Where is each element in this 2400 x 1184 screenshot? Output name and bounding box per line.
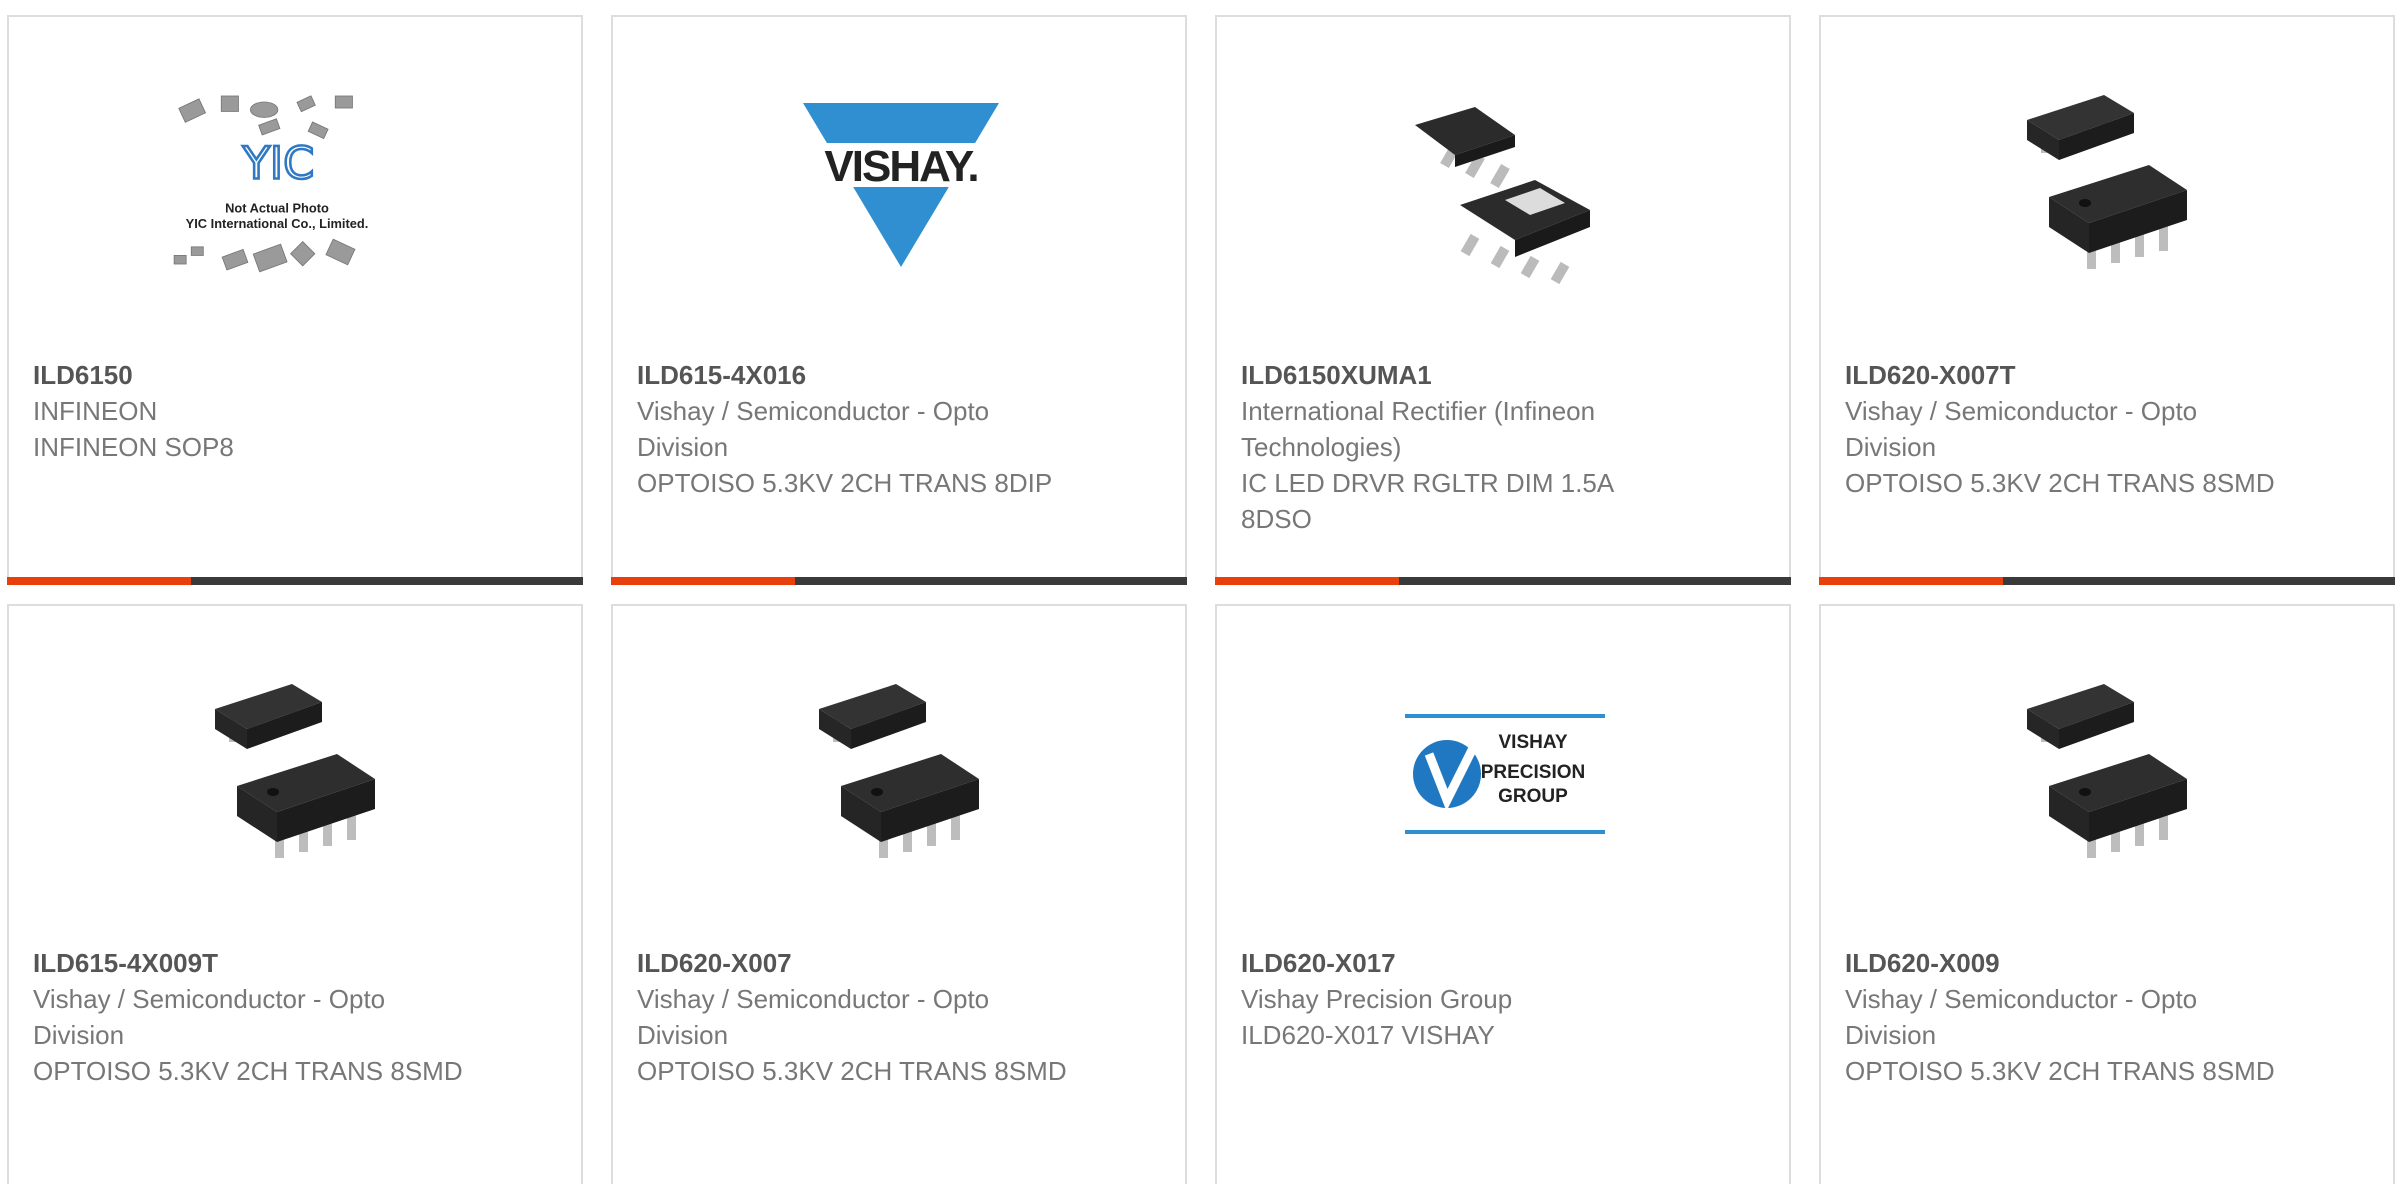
product-image[interactable]: YIC Not Actual Photo YIC International C…	[173, 85, 397, 285]
placeholder-title: Not Actual Photo	[225, 201, 329, 216]
product-card[interactable]: ILD6150XUMA1 International Rectifier (In…	[1215, 15, 1791, 585]
vpg-logo-line3: GROUP	[1498, 786, 1568, 807]
manufacturer: Vishay / Semiconductor - Opto Division	[637, 396, 990, 462]
product-info: ILD615-4X016 Vishay / Semiconductor - Op…	[637, 357, 1067, 501]
product-card[interactable]: ILD620-X009 Vishay / Semiconductor - Opt…	[1819, 604, 2395, 1184]
part-number[interactable]: ILD615-4X009T	[33, 945, 463, 981]
description: OPTOISO 5.3KV 2CH TRANS 8DIP	[637, 468, 1053, 498]
product-info: ILD6150XUMA1 International Rectifier (In…	[1241, 357, 1671, 537]
card-underline	[7, 577, 583, 585]
card-underline-accent	[7, 577, 191, 585]
product-card[interactable]: ILD615-4X009T Vishay / Semiconductor - O…	[7, 604, 583, 1184]
part-number[interactable]: ILD620-X007T	[1845, 357, 2275, 393]
product-info: ILD620-X007 Vishay / Semiconductor - Opt…	[637, 945, 1067, 1089]
manufacturer: Vishay / Semiconductor - Opto Division	[33, 984, 386, 1050]
description: IC LED DRVR RGLTR DIM 1.5A 8DSO	[1241, 468, 1613, 534]
product-image[interactable]	[197, 674, 397, 874]
part-number[interactable]: ILD615-4X016	[637, 357, 1067, 393]
product-info: ILD620-X007T Vishay / Semiconductor - Op…	[1845, 357, 2275, 501]
product-image[interactable]: VISHAY PRECISION GROUP	[1405, 674, 1605, 874]
vishay-logo-text: VISHAY.	[824, 142, 977, 191]
product-card[interactable]: VISHAY PRECISION GROUP ILD620-X017 Visha…	[1215, 604, 1791, 1184]
part-number[interactable]: ILD620-X007	[637, 945, 1067, 981]
part-number[interactable]: ILD620-X009	[1845, 945, 2275, 981]
description: OPTOISO 5.3KV 2CH TRANS 8SMD	[1845, 468, 2275, 498]
description: OPTOISO 5.3KV 2CH TRANS 8SMD	[1845, 1056, 2275, 1086]
product-image[interactable]	[1405, 85, 1605, 285]
manufacturer: INFINEON	[33, 396, 158, 426]
product-info: ILD615-4X009T Vishay / Semiconductor - O…	[33, 945, 463, 1089]
card-underline-accent	[611, 577, 795, 585]
description: OPTOISO 5.3KV 2CH TRANS 8SMD	[637, 1056, 1067, 1086]
manufacturer: Vishay / Semiconductor - Opto Division	[1845, 396, 2198, 462]
description: ILD620-X017 VISHAY	[1241, 1020, 1495, 1050]
card-underline	[1819, 577, 2395, 585]
part-number[interactable]: ILD620-X017	[1241, 945, 1671, 981]
placeholder-subtitle: YIC International Co., Limited.	[186, 216, 369, 231]
product-image[interactable]	[801, 674, 1001, 874]
product-card[interactable]: YIC Not Actual Photo YIC International C…	[7, 15, 583, 585]
product-image[interactable]	[2009, 674, 2209, 874]
product-card[interactable]: VISHAY. ILD615-4X016 Vishay / Semiconduc…	[611, 15, 1187, 585]
description: OPTOISO 5.3KV 2CH TRANS 8SMD	[33, 1056, 463, 1086]
card-underline	[1215, 577, 1791, 585]
product-info: ILD620-X017 Vishay Precision Group ILD62…	[1241, 945, 1671, 1053]
product-info: ILD6150 INFINEON INFINEON SOP8	[33, 357, 463, 465]
product-image[interactable]	[2009, 85, 2209, 285]
product-image[interactable]: VISHAY.	[801, 85, 1001, 285]
vpg-logo-line1: VISHAY	[1499, 732, 1568, 753]
description: INFINEON SOP8	[33, 432, 234, 462]
vpg-logo-line2: PRECISION	[1481, 762, 1586, 783]
manufacturer: Vishay / Semiconductor - Opto Division	[637, 984, 990, 1050]
card-underline	[611, 577, 1187, 585]
card-underline-accent	[1215, 577, 1399, 585]
card-underline-accent	[1819, 577, 2003, 585]
svg-text:YIC: YIC	[242, 137, 314, 189]
part-number[interactable]: ILD6150XUMA1	[1241, 357, 1671, 393]
manufacturer: Vishay / Semiconductor - Opto Division	[1845, 984, 2198, 1050]
part-number[interactable]: ILD6150	[33, 357, 463, 393]
product-card[interactable]: ILD620-X007T Vishay / Semiconductor - Op…	[1819, 15, 2395, 585]
manufacturer: International Rectifier (Infineon Techno…	[1241, 396, 1596, 462]
product-card[interactable]: ILD620-X007 Vishay / Semiconductor - Opt…	[611, 604, 1187, 1184]
manufacturer: Vishay Precision Group	[1241, 984, 1513, 1014]
product-info: ILD620-X009 Vishay / Semiconductor - Opt…	[1845, 945, 2275, 1089]
